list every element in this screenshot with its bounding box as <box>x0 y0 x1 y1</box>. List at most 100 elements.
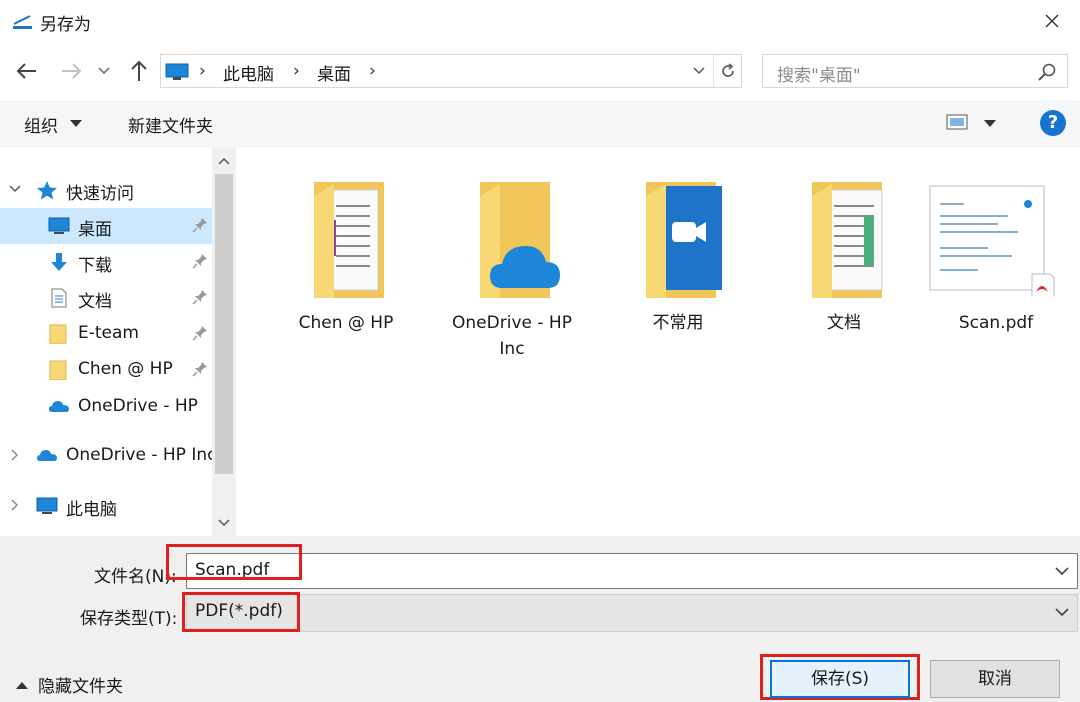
sidebar-item-label: E-team <box>78 323 139 343</box>
arrow-up-icon <box>131 60 147 81</box>
address-bar[interactable]: › 此电脑 › 桌面 › <box>160 54 742 88</box>
star-icon <box>37 181 57 200</box>
sidebar-item-e-team[interactable]: E-team <box>0 316 212 352</box>
back-button[interactable] <box>12 55 42 87</box>
chevron-down-icon <box>693 67 705 75</box>
hide-folders-label: 隐藏文件夹 <box>38 677 123 697</box>
navigation-bar: › 此电脑 › 桌面 › 搜索"桌面" <box>0 42 1080 100</box>
folder-icon <box>812 182 883 298</box>
scrollbar-thumb[interactable] <box>215 174 233 474</box>
pin-icon <box>192 254 207 269</box>
caret-down-icon <box>70 120 82 127</box>
chevron-down-icon <box>9 185 21 193</box>
document-icon <box>51 288 67 308</box>
recent-locations-button[interactable] <box>94 55 114 87</box>
sidebar-scrollbar[interactable] <box>212 148 236 536</box>
window-title: 另存为 <box>40 15 91 35</box>
folder-icon <box>49 360 67 380</box>
pin-icon <box>192 326 207 341</box>
desktop-icon <box>48 217 70 234</box>
onedrive-folder-icon <box>480 182 560 298</box>
file-name: OneDrive - HP Inc <box>452 313 572 359</box>
chevron-right-icon <box>11 449 19 461</box>
sidebar-item-label: OneDrive - HP <box>78 396 198 416</box>
command-bar: 组织 新建文件夹 ? <box>0 100 1080 148</box>
arrow-left-icon <box>16 63 36 79</box>
sidebar-item-label: Chen @ HP <box>78 359 173 379</box>
sidebar-item-onedrive-quick[interactable]: OneDrive - HP <box>0 389 212 425</box>
caret-up-icon <box>16 681 28 689</box>
search-placeholder: 搜索"桌面" <box>777 66 861 86</box>
sidebar-item-desktop[interactable]: 桌面 <box>0 208 212 244</box>
view-options-icon[interactable] <box>946 113 968 131</box>
file-item[interactable]: OneDrive - HP Inc <box>442 170 582 370</box>
sidebar-item-documents[interactable]: 文档 <box>0 280 212 316</box>
sidebar-item-label: 文档 <box>78 292 112 312</box>
file-item[interactable]: Chen @ HP <box>276 170 416 370</box>
arrow-right-icon <box>62 63 82 79</box>
pdf-file-icon <box>929 185 1055 296</box>
sidebar-item-label: 快速访问 <box>66 184 134 204</box>
sidebar-item-onedrive[interactable]: OneDrive - HP Inc <box>0 438 212 474</box>
filetype-value: PDF(*.pdf) <box>195 601 283 621</box>
help-button[interactable]: ? <box>1040 110 1066 136</box>
chevron-up-icon <box>218 157 230 165</box>
save-as-icon <box>13 15 32 29</box>
file-name: 文档 <box>827 313 861 333</box>
up-button[interactable] <box>124 55 154 87</box>
download-icon <box>51 253 67 271</box>
pin-icon <box>192 362 207 377</box>
chevron-down-icon[interactable] <box>1053 562 1071 580</box>
breadcrumb-desktop[interactable]: 桌面 <box>317 60 351 85</box>
sidebar-item-label: 此电脑 <box>66 500 117 520</box>
onedrive-icon <box>49 401 69 412</box>
pin-icon <box>192 290 207 305</box>
sidebar-item-chen-hp[interactable]: Chen @ HP <box>0 352 212 388</box>
file-name: Scan.pdf <box>958 313 1034 333</box>
filetype-select[interactable]: PDF(*.pdf) <box>186 594 1078 632</box>
filename-label: 文件名(N): <box>94 567 177 587</box>
computer-icon <box>165 63 189 80</box>
organize-menu[interactable]: 组织 <box>24 112 58 137</box>
folder-icon <box>49 324 67 344</box>
pin-icon <box>192 218 207 233</box>
file-item[interactable]: 文档 <box>774 170 914 370</box>
breadcrumb-this-pc[interactable]: 此电脑 <box>223 60 274 85</box>
address-history-button[interactable] <box>686 55 712 87</box>
cancel-button[interactable]: 取消 <box>930 660 1060 698</box>
scroll-down-button[interactable] <box>212 512 236 534</box>
file-name: Chen @ HP <box>298 313 394 333</box>
close-button[interactable] <box>1032 4 1072 38</box>
new-folder-button[interactable]: 新建文件夹 <box>128 112 213 137</box>
folder-icon <box>314 182 384 298</box>
sidebar-item-label: 桌面 <box>78 220 112 240</box>
computer-icon <box>36 497 58 514</box>
save-button[interactable]: 保存(S) <box>770 660 910 698</box>
file-item[interactable]: 不常用 <box>608 170 748 370</box>
search-box[interactable]: 搜索"桌面" <box>762 54 1068 88</box>
chevron-down-icon <box>218 519 230 527</box>
chevron-right-icon <box>11 499 19 511</box>
file-item[interactable]: Scan.pdf <box>926 170 1066 370</box>
hide-folders-toggle[interactable]: 隐藏文件夹 <box>16 672 123 697</box>
chevron-down-icon <box>98 67 110 75</box>
breadcrumb-separator: › <box>369 61 376 81</box>
sidebar-item-downloads[interactable]: 下载 <box>0 244 212 280</box>
file-name: 不常用 <box>652 313 704 333</box>
breadcrumb-separator: › <box>199 61 206 81</box>
filename-value: Scan.pdf <box>195 560 270 580</box>
sidebar-item-this-pc[interactable]: 此电脑 <box>0 488 212 524</box>
refresh-button[interactable] <box>713 55 741 87</box>
refresh-icon <box>721 63 734 77</box>
search-icon <box>1038 63 1056 81</box>
sidebar-quick-access[interactable]: 快速访问 <box>0 172 212 208</box>
file-list: Chen @ HP OneDrive - HP Inc 不常用 文档 Scan.… <box>236 148 1080 536</box>
caret-down-icon[interactable] <box>984 120 996 127</box>
filename-input[interactable]: Scan.pdf <box>186 553 1078 589</box>
sidebar-item-label: OneDrive - HP Inc <box>66 445 212 465</box>
scroll-up-button[interactable] <box>212 150 236 172</box>
close-icon <box>1045 14 1059 28</box>
sidebar-item-label: 下载 <box>78 256 112 276</box>
forward-button[interactable] <box>56 55 86 87</box>
breadcrumb-separator: › <box>293 61 300 81</box>
